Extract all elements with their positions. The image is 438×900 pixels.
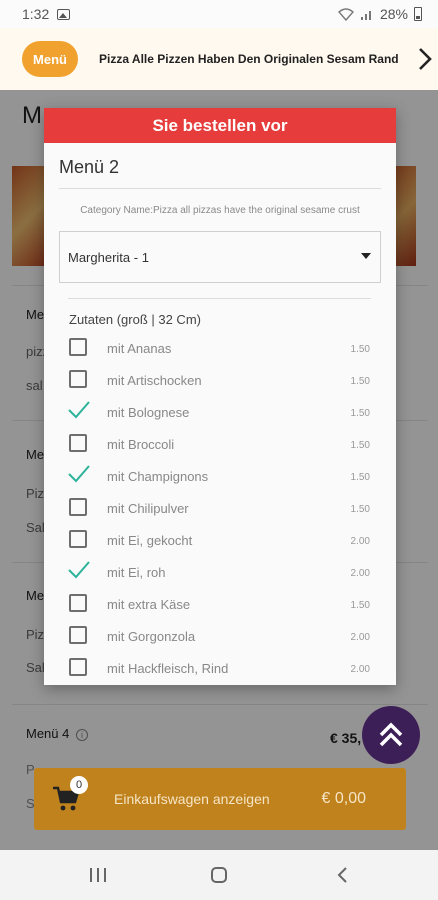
status-time: 1:32 (22, 6, 50, 22)
ingredient-name: mit extra Käse (107, 597, 191, 612)
status-bar: 1:32 28% (0, 0, 438, 28)
status-right: 28% (337, 6, 422, 22)
double-chevron-up-icon (379, 722, 403, 747)
preorder-dialog: Sie bestellen vor Menü 2 Category Name:P… (44, 108, 396, 685)
divider (59, 188, 381, 189)
ingredient-name: mit Ei, roh (107, 565, 166, 580)
cart-count-badge: 0 (70, 776, 88, 794)
ingredient-row[interactable]: mit Chilipulver 1.50 (44, 495, 396, 527)
category-bar: Menü Pizza Alle Pizzen Haben Den Origina… (0, 28, 438, 90)
ingredient-row[interactable]: mit extra Käse 1.50 (44, 591, 396, 623)
dialog-menu-name: Menü 2 (59, 157, 120, 177)
ingredient-name: mit Ei, gekocht (107, 533, 193, 548)
checkbox[interactable] (69, 498, 89, 518)
scroll-top-button[interactable] (362, 706, 420, 764)
ingredient-name: mit Ananas (107, 341, 172, 356)
ingredient-price: 2.00 (350, 568, 370, 579)
ingredient-row[interactable]: mit Hackfleisch, Rind 2.00 (44, 655, 396, 685)
cart-label: Einkaufswagen anzeigen (114, 791, 270, 807)
image-notification-icon (57, 8, 71, 20)
ingredient-price: 1.50 (350, 408, 370, 419)
dialog-category-name: Category Name:Pizza all pizzas have the … (80, 205, 360, 216)
ingredient-price: 1.50 (350, 440, 370, 451)
ingredient-price: 1.50 (350, 376, 370, 387)
ingredient-price: 2.00 (350, 664, 370, 675)
checkmark-icon[interactable] (68, 465, 90, 486)
ingredient-row[interactable]: mit Champignons 1.50 (44, 463, 396, 495)
checkbox[interactable] (69, 594, 89, 614)
ingredient-price: 1.50 (350, 600, 370, 611)
checkbox[interactable] (69, 338, 89, 358)
battery-percentage: 28% (379, 6, 408, 22)
ingredient-price: 1.50 (350, 504, 370, 515)
ingredient-row[interactable]: mit Ananas 1.50 (44, 335, 396, 367)
system-nav-bar (0, 850, 438, 900)
checkbox[interactable] (69, 626, 89, 646)
view-cart-button[interactable]: 0 Einkaufswagen anzeigen € 0,00 (34, 768, 406, 830)
menu-pill-button[interactable]: Menü (22, 41, 78, 77)
ingredient-name: mit Champignons (107, 469, 209, 484)
checkmark-icon[interactable] (68, 401, 90, 422)
recent-apps-icon[interactable] (84, 862, 112, 888)
home-icon[interactable] (205, 862, 233, 888)
ingredient-row[interactable]: mit Ei, gekocht 2.00 (44, 527, 396, 559)
battery-icon (414, 7, 422, 21)
pizza-select[interactable]: Margherita - 1 (59, 231, 381, 283)
chevron-right-icon[interactable] (412, 28, 438, 90)
dialog-title: Sie bestellen vor (44, 108, 396, 143)
checkbox[interactable] (69, 530, 89, 550)
ingredient-row[interactable]: mit Broccoli 1.50 (44, 431, 396, 463)
ingredient-row[interactable]: mit Ei, roh 2.00 (44, 559, 396, 591)
ingredient-name: mit Broccoli (107, 437, 175, 452)
ingredient-row[interactable]: mit Artischocken 1.50 (44, 367, 396, 399)
wifi-icon (337, 7, 354, 21)
category-title[interactable]: Pizza Alle Pizzen Haben Den Originalen S… (99, 52, 417, 66)
checkbox[interactable] (69, 434, 89, 454)
ingredient-name: mit Bolognese (107, 405, 190, 420)
divider (68, 298, 371, 299)
ingredients-section-title: Zutaten (groß | 32 Cm) (69, 312, 201, 327)
ingredient-name: mit Gorgonzola (107, 629, 196, 644)
ingredient-name: mit Hackfleisch, Rind (107, 661, 229, 676)
dropdown-arrow-icon (361, 253, 371, 259)
pizza-select-value: Margherita - 1 (68, 249, 149, 265)
ingredient-name: mit Chilipulver (107, 501, 189, 516)
ingredient-price: 1.50 (350, 344, 370, 355)
signal-icon (360, 10, 371, 20)
ingredient-price: 2.00 (350, 632, 370, 643)
ingredient-list: mit Ananas 1.50 mit Artischocken 1.50 mit Bo… (44, 335, 396, 685)
checkmark-icon[interactable] (68, 561, 90, 582)
ingredient-price: 1.50 (350, 472, 370, 483)
back-icon[interactable] (328, 862, 356, 888)
checkbox[interactable] (69, 658, 89, 678)
ingredient-name: mit Artischocken (107, 373, 202, 388)
ingredient-row[interactable]: mit Bolognese 1.50 (44, 399, 396, 431)
checkbox[interactable] (69, 370, 89, 390)
ingredient-row[interactable]: mit Gorgonzola 2.00 (44, 623, 396, 655)
cart-total: € 0,00 (321, 790, 366, 807)
ingredient-price: 2.00 (350, 536, 370, 547)
